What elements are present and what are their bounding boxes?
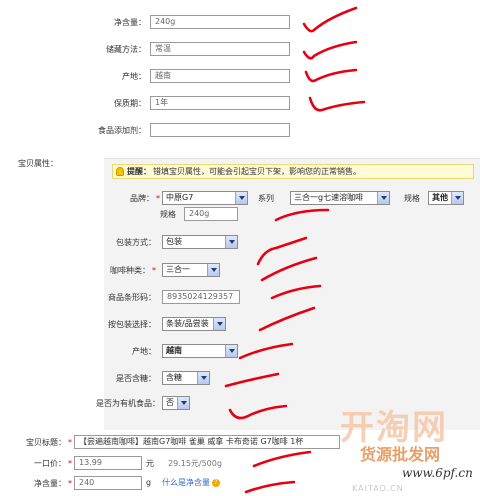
chevron-down-icon[interactable] xyxy=(197,372,209,384)
barcode-label: 商品条形码： xyxy=(108,293,156,302)
chevron-down-icon[interactable] xyxy=(207,264,219,276)
red-check-mark xyxy=(238,342,294,360)
red-check-mark xyxy=(304,68,358,83)
chevron-down-icon[interactable] xyxy=(225,236,237,248)
net-content-label: 净含量： xyxy=(114,18,146,27)
net-input[interactable]: 240 xyxy=(74,476,142,490)
question-icon: ? xyxy=(212,478,220,487)
package-select[interactable]: 条装/品尝装 xyxy=(162,317,226,331)
barcode-input[interactable]: 8935024129357 xyxy=(162,290,240,304)
brand-label: 品牌： * xyxy=(130,194,160,203)
chevron-down-icon[interactable] xyxy=(377,192,389,204)
sugar-select[interactable]: 含糖 xyxy=(162,371,210,385)
unit-price-text: 29.15元/500g xyxy=(168,459,222,468)
chevron-down-icon[interactable] xyxy=(235,192,247,204)
packaging-label: 包装方式： xyxy=(116,238,156,247)
shelf-life-input[interactable]: 1年 xyxy=(150,96,290,110)
price-unit: 元 xyxy=(146,459,154,468)
packaging-select[interactable]: 包装 xyxy=(162,235,238,249)
chevron-down-icon[interactable] xyxy=(177,397,189,409)
red-check-mark xyxy=(244,480,296,494)
net-label: 净含量： * xyxy=(34,479,72,488)
shelf-life-label: 保质期： xyxy=(114,99,146,108)
chevron-down-icon[interactable] xyxy=(213,318,225,330)
red-check-mark xyxy=(228,404,288,420)
origin-label: 产地： xyxy=(122,72,146,81)
net-content-input[interactable]: 240g xyxy=(150,15,290,29)
coffee-type-label: 咖啡种类： * xyxy=(110,266,156,275)
net-help-link[interactable]: 什么是净含量? xyxy=(162,477,220,488)
spec2-input[interactable]: 240g xyxy=(184,207,238,221)
additive-label: 食品添加剂： xyxy=(98,126,146,135)
spec-label: 规格 xyxy=(404,194,420,203)
origin-input[interactable]: 越南 xyxy=(150,69,290,83)
attr-origin-select[interactable]: 越南 xyxy=(162,344,238,358)
price-input[interactable]: 13.99 xyxy=(74,456,142,470)
watermark-url: www.6pf.cn xyxy=(402,466,473,480)
watermark-line2: 货源批发网 xyxy=(360,445,441,464)
chevron-down-icon[interactable] xyxy=(451,192,463,204)
red-check-mark xyxy=(224,372,280,388)
tip-banner: 提醒： 错填宝贝属性，可能会引起宝贝下架，影响您的正常销售。 xyxy=(112,164,474,179)
brand-select[interactable]: 中原G7 xyxy=(162,191,248,205)
red-check-mark xyxy=(308,96,366,112)
organic-label: 是否为有机食品： xyxy=(96,399,160,408)
package-select-label: 按包装选择： xyxy=(108,320,156,329)
red-check-mark xyxy=(258,306,316,332)
coffee-type-select[interactable]: 三合一 xyxy=(162,263,220,277)
price-label: 一口价： * xyxy=(34,459,72,468)
spec2-label: 规格 xyxy=(160,210,176,219)
net-unit: g xyxy=(146,478,152,487)
watermark-domain: KAITAO.CN xyxy=(352,484,404,493)
storage-input[interactable]: 常温 xyxy=(150,42,290,56)
tip-text: 错填宝贝属性，可能会引起宝贝下架，影响您的正常销售。 xyxy=(153,167,361,176)
additive-input[interactable] xyxy=(150,123,290,137)
attributes-section-label: 宝贝属性： xyxy=(18,159,58,168)
storage-label: 储藏方法： xyxy=(106,45,146,54)
red-check-mark xyxy=(302,6,358,33)
spec-select[interactable]: 其他 xyxy=(428,191,464,205)
lightbulb-icon xyxy=(116,167,124,176)
attr-origin-label: 产地： xyxy=(132,347,156,356)
red-check-mark xyxy=(252,450,312,468)
title-label: 宝贝标题： * xyxy=(26,438,72,447)
organic-select[interactable]: 否 xyxy=(162,396,190,410)
red-check-mark xyxy=(274,208,330,222)
sugar-label: 是否含糖： xyxy=(116,374,156,383)
tip-bold: 提醒： xyxy=(127,167,151,176)
